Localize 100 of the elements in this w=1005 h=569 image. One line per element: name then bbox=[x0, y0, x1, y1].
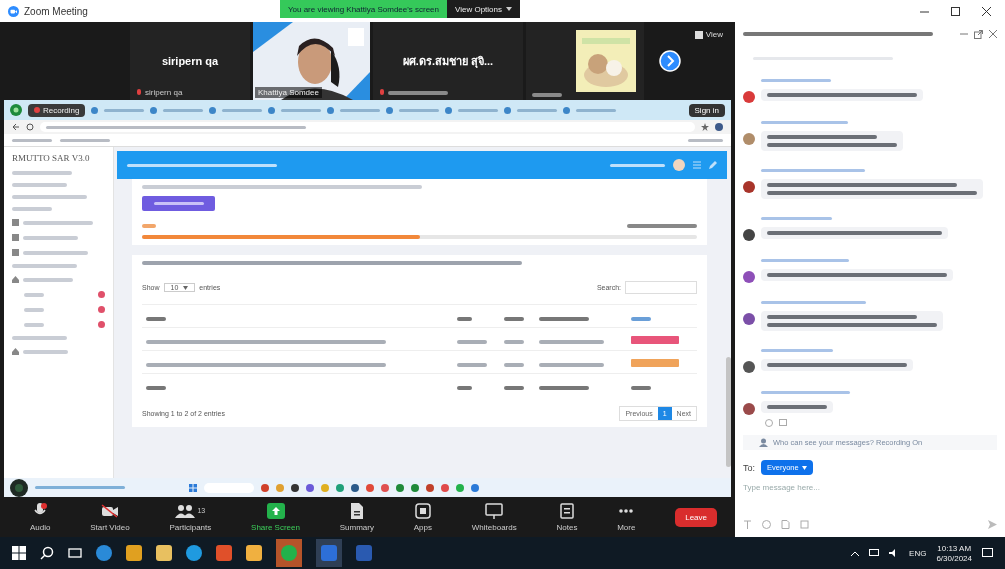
illegible-text-line bbox=[504, 386, 525, 390]
reload-icon[interactable] bbox=[26, 123, 34, 131]
tab-favicon-icon bbox=[563, 106, 571, 114]
tab-favicon-icon bbox=[504, 106, 512, 114]
toolbar-button[interactable]: Notes bbox=[556, 502, 578, 532]
profile-icon[interactable] bbox=[715, 123, 723, 131]
pop-out-icon[interactable] bbox=[974, 29, 983, 39]
chevron-up-icon[interactable] bbox=[851, 550, 860, 556]
tab-favicon-icon bbox=[445, 106, 453, 114]
illegible-text-line bbox=[767, 405, 827, 409]
illegible-text-line bbox=[627, 224, 697, 228]
illegible-text-line bbox=[222, 108, 263, 112]
address-field[interactable] bbox=[40, 122, 695, 132]
input-language[interactable]: ENG bbox=[909, 548, 927, 558]
illegible-text-line bbox=[23, 220, 93, 225]
toolbar-button[interactable]: More bbox=[617, 502, 636, 532]
network-icon[interactable] bbox=[869, 549, 880, 557]
windows-logo-icon[interactable] bbox=[12, 546, 26, 560]
taskbar-app-icon[interactable] bbox=[96, 545, 112, 561]
illegible-text-line bbox=[23, 250, 88, 255]
scrollbar[interactable] bbox=[726, 357, 731, 467]
illegible-text-line bbox=[688, 138, 723, 142]
illegible-text-line bbox=[399, 108, 440, 112]
send-icon[interactable] bbox=[988, 520, 997, 529]
toolbar-button[interactable]: Audio bbox=[30, 502, 51, 532]
notification-icon[interactable] bbox=[982, 547, 993, 559]
illegible-text-line bbox=[761, 217, 832, 220]
caret-icon bbox=[506, 7, 513, 11]
illegible-text-line bbox=[539, 386, 590, 390]
illegible-text-line bbox=[504, 363, 525, 367]
illegible-text-line bbox=[504, 340, 525, 344]
leave-button[interactable]: Leave bbox=[675, 507, 717, 527]
notification-dot bbox=[98, 291, 105, 298]
zoom-camera-icon bbox=[8, 5, 19, 17]
recording-button[interactable]: Recording bbox=[28, 103, 86, 117]
reply-icon[interactable] bbox=[779, 419, 787, 427]
illegible-text-line bbox=[24, 322, 44, 327]
search-field[interactable] bbox=[625, 281, 697, 294]
tab-favicon-icon bbox=[268, 106, 276, 114]
participant-label: siripern qa bbox=[145, 88, 183, 97]
minimize-icon[interactable] bbox=[960, 30, 968, 38]
emoji-icon[interactable] bbox=[762, 520, 771, 529]
illegible-text-line bbox=[456, 363, 487, 367]
windows-logo-icon[interactable] bbox=[189, 483, 197, 492]
star-icon[interactable] bbox=[701, 123, 709, 131]
notepad-icon bbox=[559, 502, 574, 519]
toolbar-button[interactable]: Whiteboards bbox=[471, 502, 517, 532]
pencil-icon[interactable] bbox=[709, 161, 717, 169]
illegible-text-line bbox=[504, 317, 525, 321]
taskbar-app-icon[interactable] bbox=[186, 545, 202, 561]
illegible-text-line bbox=[24, 307, 44, 312]
list-icon bbox=[12, 234, 19, 241]
toolbar-button[interactable]: Summary bbox=[339, 502, 374, 532]
view-button[interactable]: View bbox=[705, 30, 723, 39]
illegible-text-line bbox=[532, 93, 562, 97]
view-options-button[interactable]: View Options bbox=[447, 0, 521, 18]
screenshot-icon[interactable] bbox=[800, 520, 809, 529]
participant-name: ผศ.ดร.สมชาย สุจิ... bbox=[402, 54, 494, 70]
record-dot-icon bbox=[34, 107, 40, 113]
close-icon[interactable] bbox=[982, 6, 991, 16]
toolbar-button[interactable]: Apps bbox=[413, 502, 432, 532]
screen-share-banner: You are viewing Khattiya Somdee's screen bbox=[279, 0, 448, 18]
task-view-icon[interactable] bbox=[68, 546, 82, 560]
illegible-text-line bbox=[456, 340, 487, 344]
illegible-text-line bbox=[517, 108, 558, 112]
illegible-text-line bbox=[630, 317, 651, 321]
participant-name: siripern qa bbox=[161, 55, 219, 67]
apps-icon bbox=[414, 502, 431, 519]
action-button[interactable] bbox=[142, 196, 215, 211]
toolbar-button[interactable]: Share Screen bbox=[251, 502, 300, 532]
reaction-icon[interactable] bbox=[765, 419, 773, 427]
notification-dot bbox=[98, 321, 105, 328]
tab-favicon-icon bbox=[150, 106, 158, 114]
illegible-text-line bbox=[761, 79, 831, 82]
home-icon bbox=[12, 276, 19, 283]
back-icon[interactable] bbox=[12, 123, 20, 131]
illegible-text-line bbox=[340, 108, 381, 112]
file-icon[interactable] bbox=[781, 520, 790, 529]
illegible-text-line bbox=[630, 386, 651, 390]
list-icon bbox=[12, 249, 19, 256]
sign-in-button[interactable]: Sign in bbox=[688, 103, 725, 117]
search-icon[interactable] bbox=[40, 546, 54, 560]
illegible-text-line bbox=[539, 363, 605, 367]
illegible-text-line bbox=[281, 108, 322, 112]
window-title: Zoom Meeting bbox=[24, 5, 88, 17]
format-icon[interactable] bbox=[743, 520, 752, 529]
illegible-text-line bbox=[539, 317, 590, 321]
caret-icon bbox=[801, 465, 807, 470]
user-avatar-icon[interactable] bbox=[673, 159, 685, 171]
toolbar-button[interactable]: Start Video bbox=[90, 502, 130, 532]
avatar-icon bbox=[10, 478, 28, 497]
illegible-text-line bbox=[23, 277, 73, 282]
illegible-text-line bbox=[146, 386, 166, 390]
illegible-text-line bbox=[576, 108, 617, 112]
taskbar-clock[interactable]: 10:13 AM 6/30/2024 bbox=[936, 543, 972, 563]
illegible-text-line bbox=[388, 91, 448, 95]
illegible-text-line bbox=[60, 138, 110, 142]
illegible-text-line bbox=[23, 235, 78, 240]
illegible-text-line bbox=[456, 317, 472, 321]
maximize-icon[interactable] bbox=[951, 6, 960, 16]
